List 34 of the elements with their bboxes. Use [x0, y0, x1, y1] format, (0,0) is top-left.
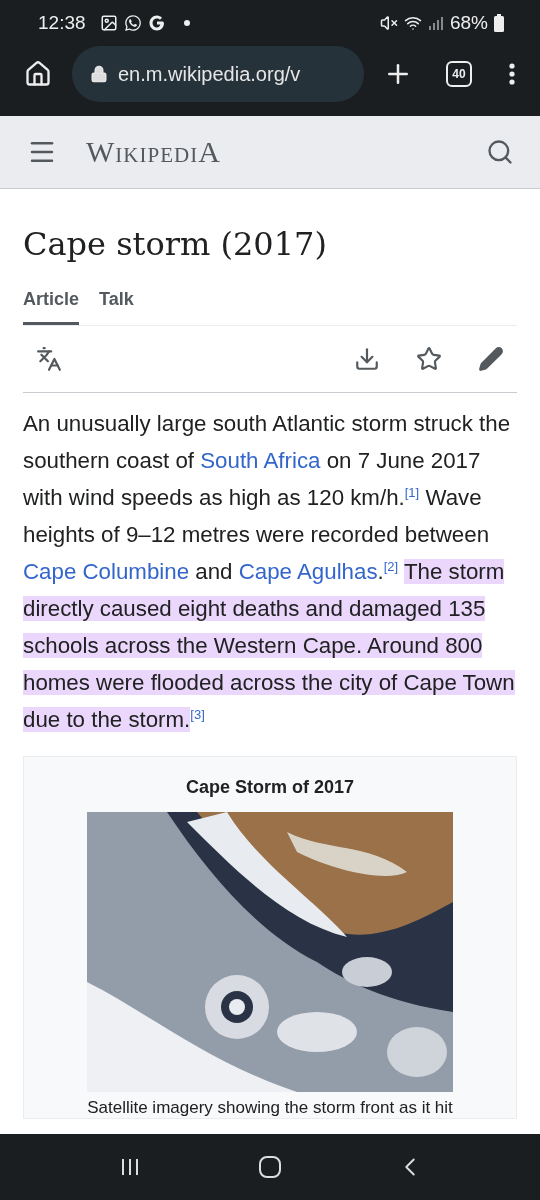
infobox-title: Cape Storm of 2017: [185, 777, 355, 798]
article-link[interactable]: Cape Columbine: [23, 559, 190, 584]
gallery-icon: [99, 14, 118, 32]
pencil-icon: [478, 346, 504, 372]
more-icon: [509, 63, 515, 85]
page-tab[interactable]: Talk: [99, 289, 134, 325]
status-time: 12:38: [38, 12, 86, 34]
notification-dot: [183, 20, 190, 26]
g-icon: [147, 14, 166, 32]
home-icon: [258, 1155, 282, 1179]
lock-icon: [90, 65, 108, 83]
wifi-icon: [403, 14, 422, 32]
recent-apps-icon: [119, 1156, 141, 1178]
article-title: Cape storm (2017): [23, 225, 328, 263]
article-link[interactable]: South Africa: [200, 448, 321, 473]
article-link[interactable]: Cape Agulhas: [238, 559, 378, 584]
home-icon: [24, 60, 52, 88]
chat-icon: [123, 14, 142, 32]
star-icon: [416, 346, 442, 372]
url-text: en.m.wikipedia.org/v: [118, 62, 301, 86]
signal-icon: [427, 15, 444, 31]
battery-percent: 68%: [449, 12, 488, 34]
reference-link[interactable]: [3]: [190, 706, 205, 722]
tab-count-button[interactable]: 40: [446, 61, 472, 87]
download-icon: [354, 346, 380, 372]
mute-icon: [379, 14, 398, 32]
image-caption: Satellite imagery showing the storm front as it hit: [87, 1098, 453, 1118]
search-icon: [486, 138, 514, 166]
reference-link[interactable]: [2]: [383, 558, 399, 574]
reference-link[interactable]: [1]: [404, 484, 420, 500]
page-tab[interactable]: Article: [23, 289, 80, 325]
translate-icon: [36, 346, 62, 372]
battery-icon: [494, 14, 504, 32]
address-bar[interactable]: en.m.wikipedia.org/v: [72, 46, 364, 102]
